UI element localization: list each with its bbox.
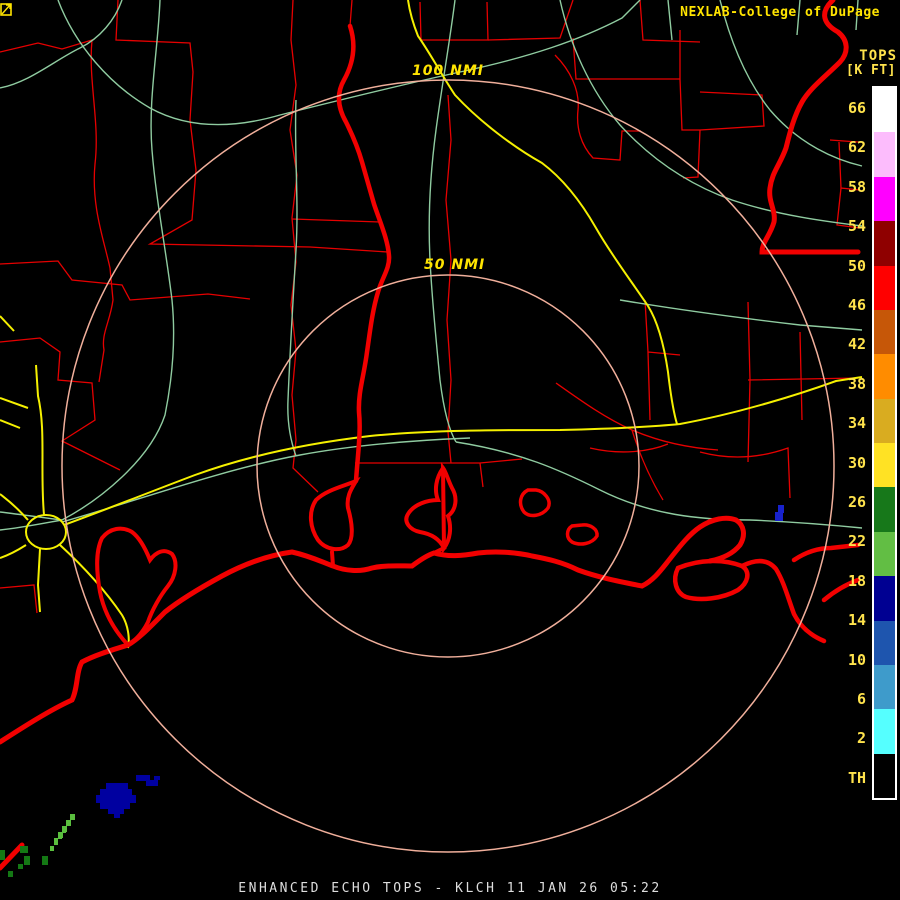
echo-dark-green-bits — [0, 850, 5, 860]
marsh-island-outline — [673, 558, 750, 602]
echo-navy-cluster — [108, 809, 124, 814]
legend-segment-red — [874, 265, 895, 310]
ring-label-100nmi: 100 NMI — [412, 63, 484, 79]
legend-segment-navy — [874, 576, 895, 621]
product-caption: ENHANCED ECHO TOPS - KLCH 11 JAN 26 05:2… — [238, 881, 662, 896]
echo-navy-cluster — [100, 803, 130, 809]
echo-blue-cell — [778, 505, 784, 513]
grand-lake-outline — [565, 523, 599, 546]
legend-segment-dark-green — [874, 487, 895, 532]
legend-segment-dark-red — [874, 221, 895, 266]
coastline-and-rivers — [0, 0, 861, 871]
echo-light-green-streaks — [66, 820, 71, 826]
echo-dark-green-bits — [18, 864, 23, 869]
echo-dark-green-bits — [20, 846, 28, 853]
echo-blue-cell — [775, 512, 783, 521]
range-rings — [61, 79, 835, 853]
gulf-coastline — [0, 515, 746, 745]
radar-display: NEXLAB-College of DuPage 100 NMI 50 NMI … — [0, 0, 900, 900]
legend-segment-white — [874, 88, 895, 133]
legend-segment-blue — [874, 620, 895, 665]
nexlab-brand-text: NEXLAB-College of DuPage — [680, 5, 880, 20]
legend-color-bar — [872, 86, 897, 800]
legend-segment-orange — [874, 354, 895, 399]
white-lake-outline — [518, 488, 551, 518]
echo-navy-cluster — [146, 780, 158, 786]
echo-light-green-streaks — [54, 840, 58, 845]
sabine-lake-outline — [309, 476, 361, 568]
legend-segment-black — [874, 753, 895, 798]
legend-segment-pale-pink — [874, 132, 895, 177]
echo-dark-green-bits — [8, 871, 13, 877]
radar-map — [0, 0, 863, 877]
echo-dark-green-bits — [42, 856, 48, 865]
ring-label-50nmi: 50 NMI — [424, 257, 486, 273]
range-ring-100nmi — [61, 79, 835, 853]
echo-light-green-streaks — [70, 814, 75, 820]
calcasieu-lake-outline — [404, 461, 458, 555]
legend-segment-cyan — [874, 709, 895, 754]
echo-navy-cluster — [154, 776, 160, 780]
echo-navy-cluster — [96, 795, 136, 803]
echo-light-green-streaks — [50, 846, 54, 851]
echo-dark-green-bits — [24, 856, 30, 865]
echo-light-green-streaks — [58, 834, 62, 839]
legend-segment-green — [874, 531, 895, 577]
echo-navy-cluster — [114, 814, 120, 818]
legend-segment-gold — [874, 398, 895, 443]
legend-units: [K FT] — [846, 63, 896, 78]
legend-title: TOPS — [859, 48, 897, 64]
legend-segment-magenta — [874, 176, 895, 222]
mississippi-river — [759, 0, 861, 255]
echo-light-green-streaks — [62, 828, 66, 833]
east-bays — [739, 542, 861, 644]
legend-segment-red-orange — [874, 309, 895, 355]
college-of-dupage-logo-icon — [0, 3, 12, 16]
legend-segment-yellow — [874, 443, 895, 488]
legend-segment-steel-blue — [874, 664, 895, 710]
galveston-bay-outline — [95, 526, 178, 648]
